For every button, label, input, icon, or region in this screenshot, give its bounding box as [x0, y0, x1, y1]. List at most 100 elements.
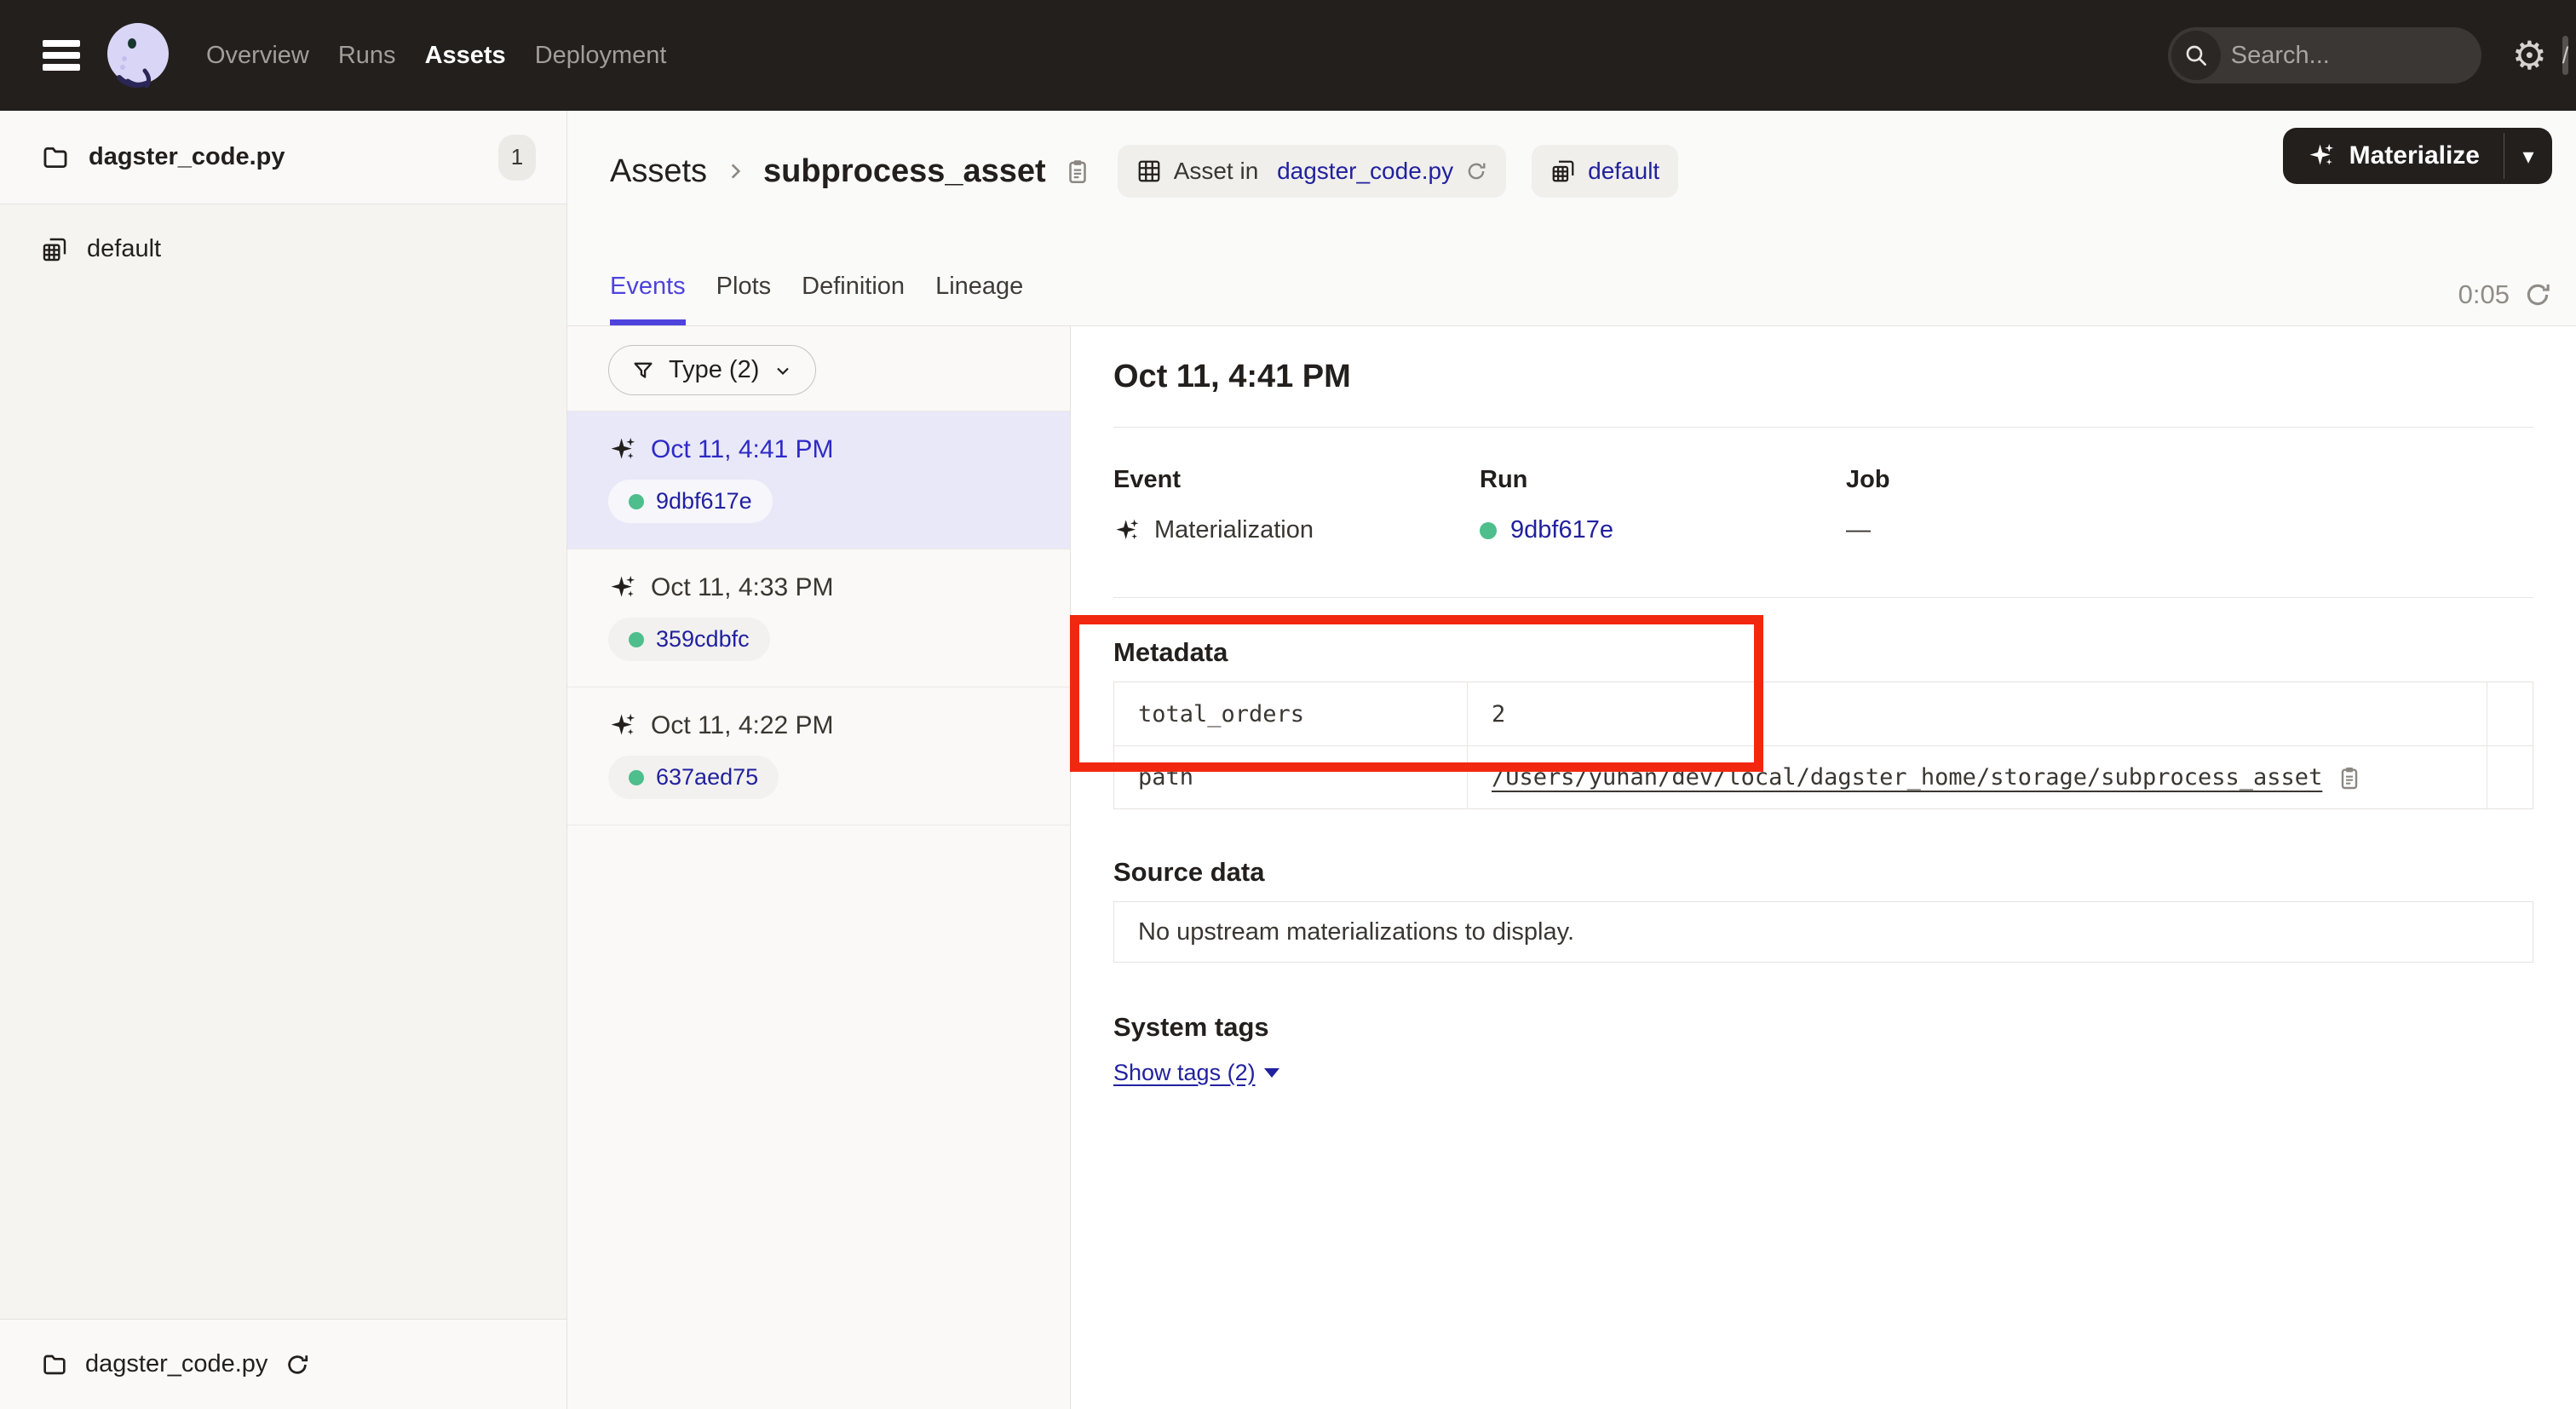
run-id-link[interactable]: 9dbf617e [656, 488, 752, 515]
reload-icon[interactable] [285, 1352, 310, 1377]
run-badge[interactable]: 359cdbfc [608, 618, 770, 661]
show-tags-toggle[interactable]: Show tags (2) [1113, 1060, 1279, 1086]
event-column-label: Event [1113, 465, 1480, 494]
source-data-empty-message: No upstream materializations to display. [1113, 901, 2533, 963]
breadcrumb: Assets subprocess_asset Asset in dagster… [567, 111, 2576, 198]
event-column: Event Materialization [1113, 465, 1480, 544]
grid-icon [1136, 158, 1162, 184]
sidebar-footer-code-location[interactable]: dagster_code.py [0, 1319, 566, 1409]
nav-item-runs[interactable]: Runs [338, 42, 396, 70]
breadcrumb-assets-link[interactable]: Assets [610, 153, 707, 190]
page-title: subprocess_asset [763, 153, 1046, 190]
run-status-dot [629, 632, 644, 647]
run-column-label: Run [1480, 465, 1846, 494]
search-input[interactable] [2221, 42, 2562, 70]
materialize-label: Materialize [2349, 141, 2480, 170]
reload-location-icon[interactable] [1465, 160, 1487, 182]
event-type-value: Materialization [1154, 516, 1314, 544]
event-list-item[interactable]: Oct 11, 4:33 PM 359cdbfc [567, 549, 1070, 687]
materialize-button[interactable]: Materialize [2283, 128, 2504, 184]
metadata-key: total_orders [1114, 682, 1467, 745]
gear-icon[interactable]: ⚙ [2512, 36, 2547, 75]
refresh-icon[interactable] [2523, 280, 2552, 309]
sidebar-item-default-group[interactable]: default [0, 204, 566, 294]
search-icon [2171, 31, 2221, 80]
tab-plots[interactable]: Plots [716, 273, 771, 325]
materialization-sparkle-icon [2307, 141, 2336, 170]
asset-location-badge: Asset in dagster_code.py [1118, 145, 1506, 198]
materialize-dropdown-caret[interactable]: ▾ [2504, 128, 2552, 184]
run-badge[interactable]: 637aed75 [608, 756, 779, 799]
asset-tabs: Events Plots Definition Lineage [610, 273, 1023, 325]
dagster-logo-icon[interactable] [104, 21, 172, 89]
metadata-table: total_orders 2 path /Users/yuhan/dev/loc… [1113, 681, 2533, 809]
system-tags-heading: System tags [1113, 1010, 2533, 1044]
asset-group-icon [41, 236, 68, 263]
asset-count-badge: 1 [498, 135, 536, 181]
refresh-timer: 0:05 [2458, 279, 2552, 310]
chevron-down-icon [773, 360, 793, 381]
caret-down-icon: ▾ [2522, 143, 2533, 170]
job-column: Job — [1846, 465, 1890, 544]
run-status-dot [629, 770, 644, 785]
primary-nav: Overview Runs Assets Deployment [206, 42, 666, 70]
asset-page-header: Assets subprocess_asset Asset in dagster… [567, 111, 2576, 326]
asset-group-icon [1550, 158, 1576, 184]
hamburger-menu-icon[interactable] [43, 40, 80, 71]
run-id-link[interactable]: 637aed75 [656, 764, 758, 791]
materialize-split-button: Materialize ▾ [2283, 128, 2552, 184]
caret-down-icon [1264, 1068, 1279, 1078]
folder-icon [41, 1351, 68, 1378]
path-link[interactable]: /Users/yuhan/dev/local/dagster_home/stor… [1492, 764, 2322, 791]
materialization-sparkle-icon [608, 711, 637, 740]
event-list-item[interactable]: Oct 11, 4:22 PM 637aed75 [567, 687, 1070, 825]
sidebar-footer-label: dagster_code.py [85, 1350, 267, 1378]
source-data-heading: Source data [1113, 855, 2533, 889]
chevron-right-icon [724, 160, 746, 182]
run-status-dot [629, 494, 644, 509]
copy-path-icon[interactable] [2336, 764, 2363, 791]
sidebar-code-location-label: dagster_code.py [89, 143, 480, 171]
global-search[interactable]: / [2168, 27, 2481, 83]
metadata-value: /Users/yuhan/dev/local/dagster_home/stor… [1467, 745, 2487, 808]
event-detail-title: Oct 11, 4:41 PM [1113, 357, 2533, 396]
asset-sidebar: dagster_code.py 1 default dagster_code.p… [0, 111, 567, 1409]
nav-item-overview[interactable]: Overview [206, 42, 309, 70]
metadata-value: 2 [1467, 682, 2487, 745]
run-id-link[interactable]: 359cdbfc [656, 626, 750, 653]
tab-events[interactable]: Events [610, 273, 686, 325]
show-tags-label: Show tags (2) [1113, 1060, 1256, 1086]
filter-label: Type (2) [669, 356, 759, 384]
tab-lineage[interactable]: Lineage [935, 273, 1023, 325]
tab-definition[interactable]: Definition [802, 273, 905, 325]
metadata-key: path [1114, 745, 1467, 808]
folder-icon [41, 143, 70, 172]
event-timestamp: Oct 11, 4:33 PM [651, 573, 834, 602]
materialization-sparkle-icon [1113, 517, 1141, 544]
timer-value: 0:05 [2458, 279, 2510, 310]
asset-in-label: Asset in [1174, 158, 1265, 185]
asset-group-badge: default [1532, 145, 1678, 198]
job-column-label: Job [1846, 465, 1890, 494]
top-nav: Overview Runs Assets Deployment / ⚙ [0, 0, 2576, 111]
copy-asset-name-icon[interactable] [1063, 157, 1092, 186]
sidebar-item-code-location[interactable]: dagster_code.py 1 [0, 111, 566, 204]
filter-funnel-icon [631, 359, 655, 382]
event-type-filter[interactable]: Type (2) [608, 345, 816, 395]
event-list-item[interactable]: Oct 11, 4:41 PM 9dbf617e [567, 411, 1070, 549]
asset-group-link[interactable]: default [1588, 158, 1659, 185]
code-location-link[interactable]: dagster_code.py [1277, 158, 1453, 185]
nav-item-assets[interactable]: Assets [425, 42, 506, 70]
materialization-sparkle-icon [608, 435, 637, 464]
event-timestamp: Oct 11, 4:41 PM [651, 435, 834, 464]
run-badge[interactable]: 9dbf617e [608, 480, 773, 523]
sidebar-group-label: default [87, 235, 161, 263]
metadata-heading: Metadata [1113, 635, 2533, 670]
job-empty-value: — [1846, 516, 1871, 544]
search-shortcut-key: / [2562, 36, 2569, 75]
event-timestamp: Oct 11, 4:22 PM [651, 711, 834, 740]
nav-item-deployment[interactable]: Deployment [535, 42, 667, 70]
run-id-link[interactable]: 9dbf617e [1510, 516, 1613, 544]
events-list-panel: Type (2) Oct 11, 4:41 PM 9dbf617e [567, 326, 1071, 1409]
run-status-dot [1480, 522, 1497, 539]
